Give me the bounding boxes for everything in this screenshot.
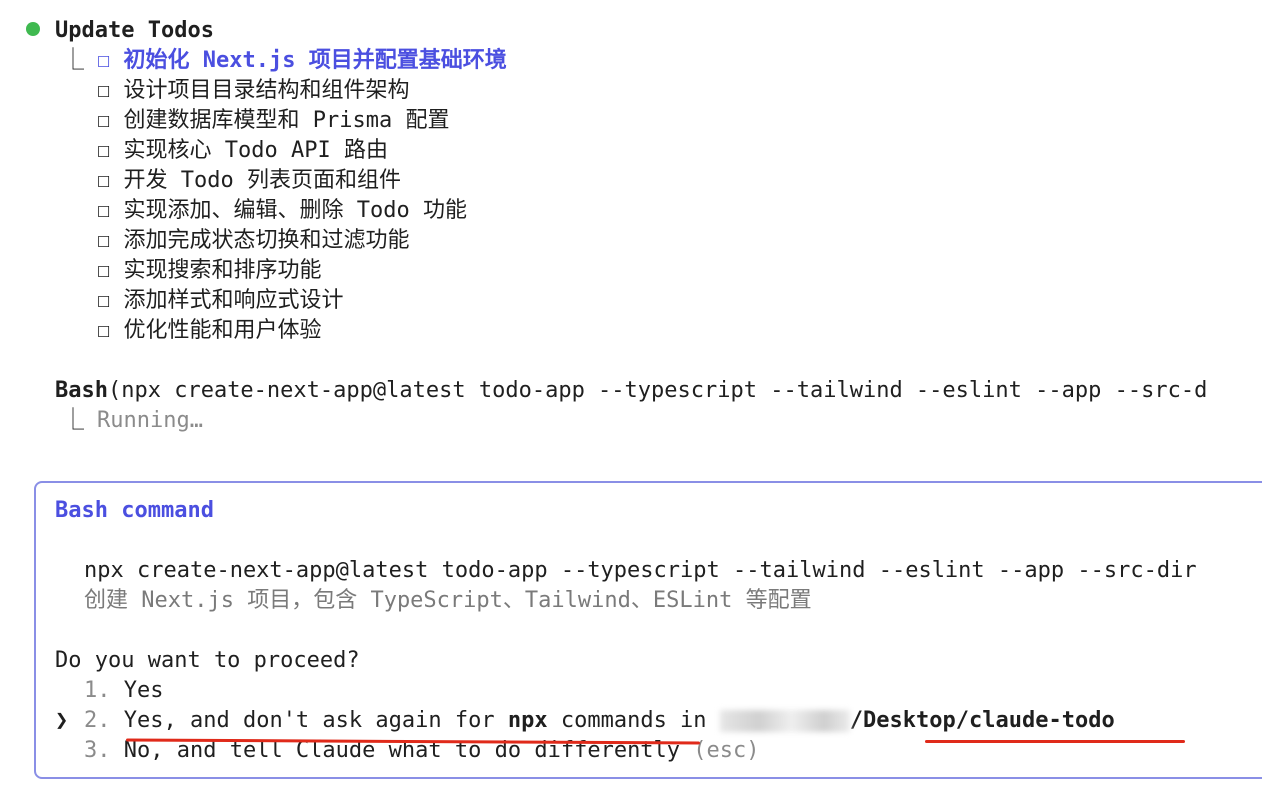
todo-item-8: ☐ 实现搜索和排序功能 xyxy=(97,256,322,286)
todo-item-4: ☐ 实现核心 Todo API 路由 xyxy=(97,136,388,166)
todo-item-label: 初始化 Next.js 项目并配置基础环境 xyxy=(123,48,507,73)
status-dot-icon xyxy=(26,22,40,36)
dialog-description: 创建 Next.js 项目，包含 TypeScript、Tailwind、ESL… xyxy=(84,588,812,613)
todo-item-3: ☐ 创建数据库模型和 Prisma 配置 xyxy=(97,106,449,136)
todos-header: Update Todos xyxy=(55,18,214,43)
dialog-title: Bash command xyxy=(55,498,214,523)
option-command-name: npx xyxy=(507,708,548,733)
bash-status: Running… xyxy=(97,408,203,433)
option-path: /Desktop/claude-todo xyxy=(849,708,1115,733)
todo-item-label: 实现搜索和排序功能 xyxy=(123,258,322,283)
todo-item-6: ☐ 实现添加、编辑、删除 Todo 功能 xyxy=(97,196,467,226)
todo-item-7: ☐ 添加完成状态切换和过滤功能 xyxy=(97,226,410,256)
checkbox-icon: ☐ xyxy=(97,48,111,73)
bash-call-args: (npx create-next-app@latest todo-app --t… xyxy=(107,378,1208,403)
checkbox-icon: ☐ xyxy=(97,138,111,163)
checkbox-icon: ☐ xyxy=(97,168,111,193)
checkbox-icon: ☐ xyxy=(97,78,111,103)
option-esc-hint: (esc) xyxy=(693,738,760,763)
option-label-mid: commands in xyxy=(547,708,720,733)
option-yes-dont-ask[interactable]: 2. Yes, and don't ask again for npx comm… xyxy=(84,706,1115,736)
checkbox-icon: ☐ xyxy=(97,108,111,133)
checkbox-icon: ☐ xyxy=(97,288,111,313)
annotation-underline-2 xyxy=(925,740,1185,743)
selection-pointer-icon: ❯ xyxy=(55,708,69,733)
option-number: 3. xyxy=(84,738,111,763)
todo-item-label: 添加完成状态切换和过滤功能 xyxy=(123,228,410,253)
bash-tool-name: Bash xyxy=(55,378,108,403)
todo-item-label: 开发 Todo 列表页面和组件 xyxy=(123,168,401,193)
option-number: 1. xyxy=(84,678,111,703)
checkbox-icon: ☐ xyxy=(97,198,111,223)
option-yes[interactable]: 1. Yes xyxy=(84,676,164,706)
todo-item-10: ☐ 优化性能和用户体验 xyxy=(97,316,322,346)
todo-item-1: ☐ 初始化 Next.js 项目并配置基础环境 xyxy=(97,46,507,76)
todo-item-label: 实现核心 Todo API 路由 xyxy=(123,138,388,163)
checkbox-icon: ☐ xyxy=(97,318,111,343)
redacted-path xyxy=(719,710,850,732)
option-label: Yes xyxy=(123,678,164,703)
todo-item-5: ☐ 开发 Todo 列表页面和组件 xyxy=(97,166,401,196)
todo-item-label: 优化性能和用户体验 xyxy=(123,318,322,343)
todos-connector-icon: ⎿ xyxy=(62,48,85,73)
dialog-command: npx create-next-app@latest todo-app --ty… xyxy=(84,558,1197,583)
checkbox-icon: ☐ xyxy=(97,228,111,253)
todo-item-label: 创建数据库模型和 Prisma 配置 xyxy=(123,108,450,133)
option-number: 2. xyxy=(84,708,111,733)
todo-item-label: 添加样式和响应式设计 xyxy=(123,288,344,313)
dialog-question: Do you want to proceed? xyxy=(55,648,360,673)
bash-status-connector-icon: ⎿ xyxy=(62,408,85,433)
todo-item-label: 设计项目目录结构和组件架构 xyxy=(123,78,410,103)
option-label-prefix: Yes, and don't ask again for xyxy=(123,708,508,733)
todo-item-2: ☐ 设计项目目录结构和组件架构 xyxy=(97,76,410,106)
todo-item-label: 实现添加、编辑、删除 Todo 功能 xyxy=(123,198,467,223)
bash-call: Bash(npx create-next-app@latest todo-app… xyxy=(55,376,1207,406)
todo-item-9: ☐ 添加样式和响应式设计 xyxy=(97,286,344,316)
checkbox-icon: ☐ xyxy=(97,258,111,283)
